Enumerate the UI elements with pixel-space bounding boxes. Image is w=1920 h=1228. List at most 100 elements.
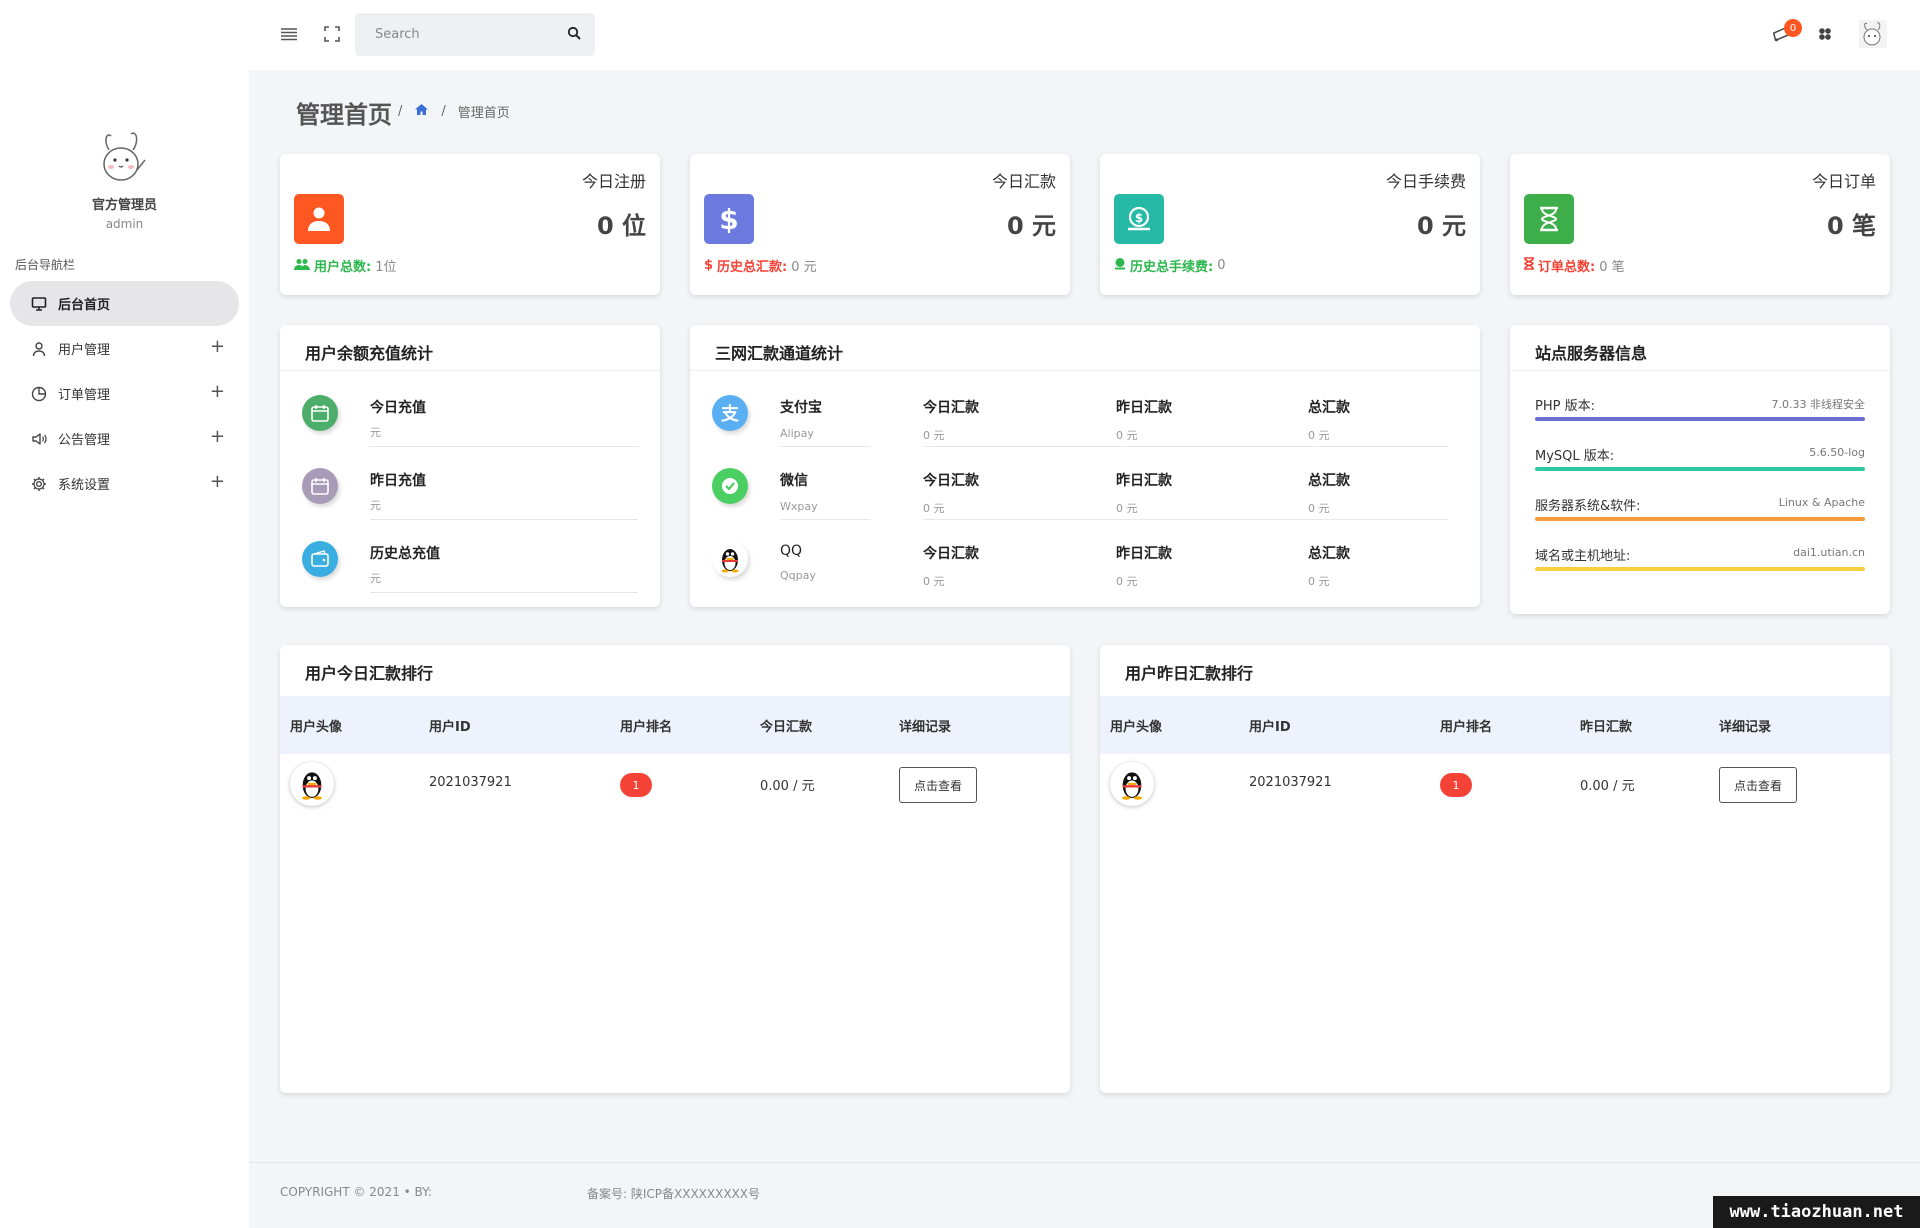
divider xyxy=(923,446,1448,447)
channel-total-value: 0 元 xyxy=(1308,502,1330,515)
remit-amount: 0.00 / 元 xyxy=(1580,779,1635,794)
channel-code: Alipay xyxy=(780,427,814,440)
admin-role: admin xyxy=(105,217,144,231)
expand-icon[interactable]: + xyxy=(210,426,225,447)
dollar-icon: $ xyxy=(704,258,714,273)
home-icon[interactable] xyxy=(414,103,429,120)
progress-bar xyxy=(1535,567,1865,571)
user-id: 2021037921 xyxy=(1249,775,1332,790)
server-key: PHP 版本: xyxy=(1535,399,1595,414)
column-header: 用户ID xyxy=(429,720,471,735)
admin-avatar[interactable] xyxy=(97,130,153,188)
fullscreen-icon[interactable] xyxy=(322,24,342,44)
breadcrumb-current: 管理首页 xyxy=(457,106,510,121)
sidebar-item-label: 用户管理 xyxy=(58,343,111,358)
icp-link[interactable]: 备案号: 陕ICP备XXXXXXXXX号 xyxy=(587,1185,760,1202)
pie-chart-icon xyxy=(30,385,48,403)
recharge-row-today: 今日充值 元 xyxy=(302,387,642,447)
server-row-os: 服务器系统&软件: Linux & Apache xyxy=(1535,495,1865,535)
recharge-value: 元 xyxy=(370,572,381,585)
server-value: 7.0.33 非线程安全 xyxy=(1771,398,1865,411)
channel-name-col: QQ Qqpay xyxy=(780,543,816,582)
money-bag-icon: $ xyxy=(1114,194,1164,244)
divider xyxy=(280,370,660,371)
recharge-stats-panel: 用户余额充值统计 今日充值 元 昨日充值 元 历史总充值 元 xyxy=(280,325,660,607)
apps-icon[interactable] xyxy=(1815,24,1835,44)
divider xyxy=(370,592,638,593)
channel-yesterday-col: 昨日汇款 0 元 xyxy=(1116,397,1172,443)
stat-footer-label: 用户总数: xyxy=(314,260,372,275)
column-header: 用户排名 xyxy=(1440,720,1493,735)
column-header: 详细记录 xyxy=(1719,720,1772,735)
channel-today-value: 0 元 xyxy=(923,502,945,515)
divider xyxy=(690,370,1480,371)
gear-icon xyxy=(30,475,48,493)
channel-today-col: 今日汇款 0 元 xyxy=(923,470,979,516)
money-bag-icon xyxy=(1114,257,1126,274)
stat-footer: 历史总手续费: 0 xyxy=(1114,256,1225,275)
qq-penguin-icon xyxy=(712,541,748,577)
menu-toggle-icon[interactable] xyxy=(279,24,299,44)
stat-footer: $ 历史总汇款: 0 元 xyxy=(704,256,817,275)
stat-footer-label: 历史总汇款: xyxy=(717,260,788,275)
channel-today-label: 今日汇款 xyxy=(923,473,979,489)
channel-stats-panel: 三网汇款通道统计 支 支付宝 Alipay 今日汇款 0 元 昨日汇款 0 元 … xyxy=(690,325,1480,607)
stat-value: 0 笔 xyxy=(1826,212,1876,240)
view-details-button[interactable]: 点击查看 xyxy=(1719,767,1797,803)
channel-total-label: 总汇款 xyxy=(1308,546,1350,562)
channel-total-value: 0 元 xyxy=(1308,575,1330,588)
recharge-label: 昨日充值 xyxy=(370,473,426,489)
channel-name: QQ xyxy=(780,543,803,559)
expand-icon[interactable]: + xyxy=(210,336,225,357)
notification-badge: 0 xyxy=(1784,19,1802,37)
column-header: 今日汇款 xyxy=(760,720,813,735)
expand-icon[interactable]: + xyxy=(210,381,225,402)
expand-icon[interactable]: + xyxy=(210,471,225,492)
server-value: 5.6.50-log xyxy=(1809,446,1865,459)
search-icon[interactable] xyxy=(567,26,581,44)
column-header: 用户排名 xyxy=(620,720,673,735)
channel-today-value: 0 元 xyxy=(923,429,945,442)
hourglass-icon xyxy=(1524,257,1534,274)
channel-yesterday-label: 昨日汇款 xyxy=(1116,473,1172,489)
progress-bar xyxy=(1535,417,1865,421)
footer: COPYRIGHT © 2021 • BY: 备案号: 陕ICP备XXXXXXX… xyxy=(249,1162,1920,1228)
channel-today-col: 今日汇款 0 元 xyxy=(923,543,979,589)
page-title: 管理首页 xyxy=(296,101,392,129)
stat-label: 今日手续费 xyxy=(1385,172,1466,191)
column-header: 用户ID xyxy=(1249,720,1291,735)
recharge-value: 元 xyxy=(370,499,381,512)
user-icon xyxy=(30,340,48,358)
recharge-value: 元 xyxy=(370,426,381,439)
sidebar-menu: 后台首页 用户管理 + 订单管理 + 公告管理 + 系统设置 + xyxy=(0,281,249,506)
sidebar-item-users[interactable]: 用户管理 + xyxy=(10,326,239,371)
sidebar-user: 官方管理员 admin xyxy=(0,130,249,231)
stat-footer-label: 历史总手续费: xyxy=(1130,260,1214,275)
channel-name: 微信 xyxy=(780,473,808,489)
stat-card-fees: 今日手续费 0 元 $ 历史总手续费: 0 xyxy=(1100,154,1480,295)
recharge-row-yesterday: 昨日充值 元 xyxy=(302,460,642,520)
stat-value: 0 元 xyxy=(1006,212,1056,240)
channel-total-col: 总汇款 0 元 xyxy=(1308,543,1350,589)
channel-row-wechat: 微信 Wxpay 今日汇款 0 元 昨日汇款 0 元 总汇款 0 元 xyxy=(712,460,1452,520)
sidebar-item-announcements[interactable]: 公告管理 + xyxy=(10,416,239,461)
server-row-mysql: MySQL 版本: 5.6.50-log xyxy=(1535,445,1865,485)
monitor-icon xyxy=(30,295,48,313)
user-avatar[interactable] xyxy=(1859,20,1887,48)
sidebar-item-home[interactable]: 后台首页 xyxy=(10,281,239,326)
panel-title: 用户昨日汇款排行 xyxy=(1125,664,1254,683)
stat-value: 0 元 xyxy=(1416,212,1466,240)
channel-row-qq: QQ Qqpay 今日汇款 0 元 昨日汇款 0 元 总汇款 0 元 xyxy=(712,533,1452,593)
wechat-icon xyxy=(712,468,748,504)
copyright-text: COPYRIGHT © 2021 • BY: xyxy=(280,1185,432,1199)
channel-yesterday-label: 昨日汇款 xyxy=(1116,400,1172,416)
stat-footer-value: 0 xyxy=(1217,258,1226,273)
qq-penguin-icon xyxy=(1110,762,1154,806)
sidebar-item-settings[interactable]: 系统设置 + xyxy=(10,461,239,506)
search-input[interactable]: Search xyxy=(355,13,595,56)
stat-footer: 用户总数: 1位 xyxy=(294,256,396,275)
sidebar-item-orders[interactable]: 订单管理 + xyxy=(10,371,239,416)
progress-bar xyxy=(1535,517,1865,521)
view-details-button[interactable]: 点击查看 xyxy=(899,767,977,803)
stat-card-remittance: 今日汇款 0 元 $ $ 历史总汇款: 0 元 xyxy=(690,154,1070,295)
